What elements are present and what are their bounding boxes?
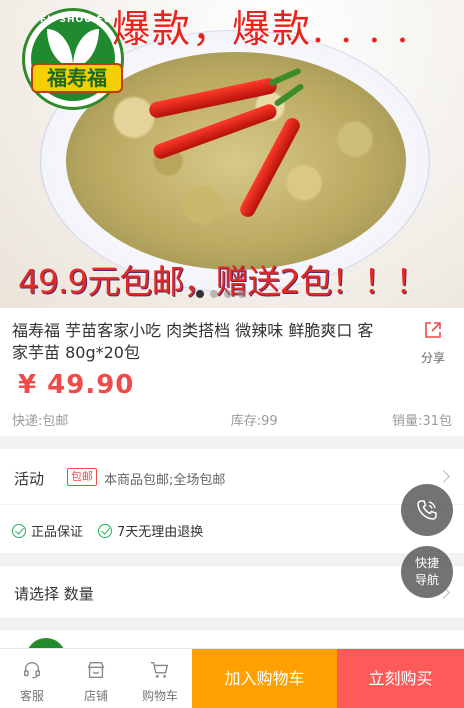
carousel-dot[interactable] [224,290,232,298]
phone-icon [417,500,437,520]
chevron-right-icon [437,470,450,483]
carousel-indicator [196,290,246,298]
add-to-cart-button[interactable]: 加入购物车 [192,649,337,708]
free-shipping-badge: 包邮 [67,468,97,486]
cart-label: 购物车 [141,689,178,703]
spec-selector-label: 请选择 数量 [14,585,94,603]
guarantee-label: 7天无理由退换 [117,525,204,540]
product-price: ¥ 49.90 [18,370,135,400]
headset-icon [23,661,41,679]
guarantee-item: 7天无理由退换 [98,521,203,540]
guarantee-row: 正品保证 7天无理由退换 [0,505,464,553]
product-image-carousel[interactable]: FU SHOU FU 福寿福 爆款，爆款. . . . 49.9元包邮，赠送2包… [0,0,464,308]
check-circle-icon [98,523,112,538]
carousel-dot[interactable] [238,290,246,298]
guarantee-item: 正品保证 [12,521,83,540]
carousel-dot[interactable] [196,290,204,298]
quick-nav-label: 导航 [414,573,439,587]
share-button[interactable]: 分享 [416,320,450,366]
stock-info: 库存:99 [230,414,278,429]
product-stats: 快递:包邮 库存:99 销量:31包 [12,410,452,429]
shop-tab[interactable]: 店铺 [64,649,128,708]
buy-now-button[interactable]: 立刻购买 [337,649,464,708]
carousel-dot[interactable] [210,290,218,298]
store-icon [87,661,105,679]
activity-row[interactable]: 活动 包邮 本商品包邮;全场包邮 [0,449,464,504]
shipping-info: 快递:包邮 [12,414,69,429]
brand-logo: FU SHOU FU 福寿福 [22,8,124,110]
activity-description: 本商品包邮;全场包邮 [104,473,226,488]
guarantee-label: 正品保证 [31,525,84,540]
bottom-action-bar: 客服 店铺 购物车 加入购物车 立刻购买 [0,648,464,708]
promo-headline: 爆款，爆款. . . . [112,7,411,51]
sales-info: 销量:31包 [392,414,452,429]
check-circle-icon [12,523,26,538]
activity-label: 活动 [14,470,45,488]
product-detail-page: FU SHOU FU 福寿福 爆款，爆款. . . . 49.9元包邮，赠送2包… [0,0,464,708]
shopping-cart-icon [150,661,169,678]
share-icon [425,322,441,338]
logo-ribbon-text: 福寿福 [31,63,123,93]
phone-call-button[interactable] [401,484,453,536]
spec-selector-row[interactable]: 请选择 数量 [0,566,464,618]
customer-service-tab[interactable]: 客服 [0,649,64,708]
quick-nav-button[interactable]: 快捷 导航 [401,546,453,598]
share-label: 分享 [420,351,445,365]
quick-nav-label: 快捷 [414,556,439,570]
customer-service-label: 客服 [19,689,44,703]
cart-tab[interactable]: 购物车 [128,649,192,708]
product-title: 福寿福 芋苗客家小吃 肉类搭档 微辣味 鲜脆爽口 客家芋苗 80g*20包 [12,321,374,362]
product-info-section: 福寿福 芋苗客家小吃 肉类搭档 微辣味 鲜脆爽口 客家芋苗 80g*20包 分享… [0,308,464,436]
shop-label: 店铺 [83,689,108,703]
